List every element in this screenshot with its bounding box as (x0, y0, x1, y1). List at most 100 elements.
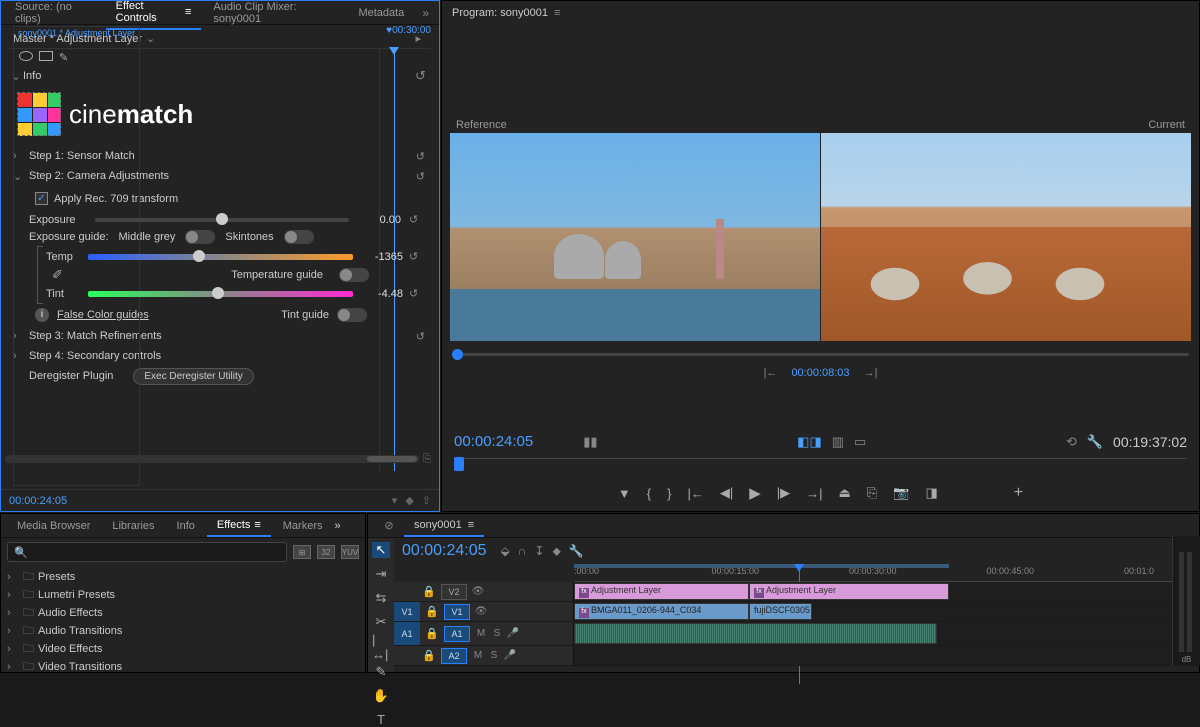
fx-badge-32bit-icon[interactable]: 32 (317, 545, 335, 559)
slip-tool-icon[interactable]: |↔| (372, 638, 390, 656)
eye-icon[interactable]: 👁 (473, 606, 489, 617)
selection-tool-icon[interactable]: ↖ (372, 542, 390, 558)
tree-item-presets[interactable]: ›🗀Presets (7, 568, 359, 586)
razor-tool-icon[interactable]: ✂ (372, 614, 390, 630)
tint-slider[interactable] (88, 291, 353, 297)
tab-metadata[interactable]: Metadata (348, 3, 414, 23)
tree-item-audio-trans[interactable]: ›🗀Audio Transitions (7, 622, 359, 640)
eyedropper-icon[interactable]: ✐ (52, 267, 68, 283)
lift-icon[interactable]: ⏏ (839, 485, 851, 501)
lock-icon[interactable]: 🔒 (423, 605, 441, 618)
reset-icon[interactable]: ↺ (409, 287, 425, 300)
go-to-in-icon[interactable]: |← (764, 367, 778, 379)
add-marker-icon[interactable]: ⬥ (552, 544, 560, 559)
play-icon[interactable]: ▶ (749, 484, 761, 502)
fit-icon[interactable]: ▮▮ (583, 434, 597, 450)
temp-thumb[interactable] (193, 250, 205, 262)
current-view[interactable] (821, 133, 1191, 341)
go-to-in-icon[interactable]: |← (687, 486, 703, 501)
program-timecode[interactable]: 00:00:24:05 (454, 433, 533, 450)
tab-libraries[interactable]: Libraries (102, 516, 164, 536)
track-v2-lane[interactable]: fxAdjustment Layer fxAdjustment Layer (574, 582, 1199, 601)
mark-out-icon[interactable]: } (667, 486, 671, 501)
no-seq-icon[interactable]: ⊘ (374, 519, 404, 532)
button-editor-icon[interactable]: + (1014, 484, 1023, 502)
add-marker-icon[interactable]: ▼ (618, 486, 631, 501)
tab-effects[interactable]: Effects≡ (207, 515, 271, 537)
step-fwd-icon[interactable]: |▶ (777, 485, 790, 501)
solo-icon[interactable]: S (489, 628, 505, 639)
settings-icon[interactable]: 🔧 (569, 544, 584, 559)
work-area-bar[interactable] (574, 564, 949, 568)
temp-guide-toggle[interactable] (339, 268, 369, 282)
panel-overflow-icon[interactable]: » (335, 520, 341, 532)
track-a1-lane[interactable] (574, 622, 1199, 645)
marker-icon[interactable]: ↧ (534, 544, 544, 559)
voiceover-icon[interactable]: 🎤 (505, 628, 521, 639)
panel-menu-icon[interactable]: ≡ (185, 6, 191, 18)
panel-overflow-icon[interactable]: » (416, 6, 435, 20)
filter-icon[interactable]: ▾ (392, 494, 398, 507)
panel-menu-icon[interactable]: ≡ (554, 7, 560, 19)
track-target-v2[interactable]: V2 (441, 584, 467, 600)
timeline-ruler[interactable]: :00:00 00:00:15:00 00:00:30:00 00:00:45:… (574, 564, 1199, 582)
tab-media-browser[interactable]: Media Browser (7, 516, 100, 536)
reference-view[interactable] (450, 133, 820, 341)
effects-search-input[interactable]: 🔍 (7, 542, 287, 562)
clip-adjustment-1[interactable]: fxAdjustment Layer (574, 583, 749, 600)
temp-value[interactable]: -1365 (359, 251, 403, 263)
panel-menu-icon[interactable]: ≡ (468, 519, 474, 531)
loop-icon[interactable]: ⟲ (1066, 434, 1077, 450)
clip-video-2[interactable]: fujiDSCF0305 (749, 603, 812, 620)
mark-in-icon[interactable]: { (647, 486, 651, 501)
program-ruler[interactable] (454, 458, 1187, 474)
track-target-a1[interactable]: A1 (444, 626, 470, 642)
program-scrubber[interactable] (452, 347, 1189, 361)
comparison-icon[interactable]: ◨ (925, 485, 937, 501)
keyframe-nav-icon[interactable]: ◆ (405, 494, 413, 507)
hand-tool-icon[interactable]: ✋ (372, 688, 390, 704)
compare-full-icon[interactable]: ▭ (854, 434, 866, 450)
source-patch-a1[interactable]: A1 (394, 622, 420, 645)
lock-icon[interactable]: 🔒 (420, 649, 438, 662)
tint-thumb[interactable] (212, 287, 224, 299)
voiceover-icon[interactable]: 🎤 (502, 650, 518, 661)
clip-video-1[interactable]: fxBMGA011_0206-944_C034 (574, 603, 749, 620)
exposure-thumb[interactable] (216, 213, 228, 225)
temp-slider[interactable] (88, 254, 353, 260)
fx-badge-yuv-icon[interactable]: YUV (341, 545, 359, 559)
fx-badge-accelerated-icon[interactable]: ⊞ (293, 545, 311, 559)
reset-icon[interactable]: ↺ (409, 250, 425, 263)
chevron-down-icon[interactable]: ⌄ (146, 32, 155, 45)
tree-item-video-trans[interactable]: ›🗀Video Transitions (7, 658, 359, 676)
lock-icon[interactable]: 🔒 (423, 627, 441, 640)
mute-icon[interactable]: M (473, 628, 489, 639)
compare-side-icon[interactable]: ◧◨ (797, 434, 822, 450)
mute-icon[interactable]: M (470, 650, 486, 661)
tree-item-lumetri[interactable]: ›🗀Lumetri Presets (7, 586, 359, 604)
timeline-timecode[interactable]: 00:00:24:05 (402, 542, 487, 560)
type-tool-icon[interactable]: T (372, 712, 390, 727)
clip-adjustment-2[interactable]: fxAdjustment Layer (749, 583, 949, 600)
extract-icon[interactable]: ⎘ (867, 485, 877, 501)
deregister-button[interactable]: Exec Deregister Utility (133, 368, 253, 385)
program-mini-tc[interactable]: 00:00:08:03 (791, 367, 849, 379)
tab-markers[interactable]: Markers (273, 516, 333, 536)
tab-info[interactable]: Info (167, 516, 205, 536)
go-to-out-icon[interactable]: →| (806, 486, 822, 501)
tree-item-audio-fx[interactable]: ›🗀Audio Effects (7, 604, 359, 622)
scrubber-handle[interactable] (452, 349, 463, 360)
pen-tool-icon[interactable]: ✎ (372, 664, 390, 680)
track-a2-lane[interactable] (574, 646, 1199, 665)
eye-icon[interactable]: 👁 (470, 586, 486, 597)
ripple-tool-icon[interactable]: ⇆ (372, 590, 390, 606)
compare-vertical-icon[interactable]: ▥ (832, 434, 844, 450)
track-target-v1[interactable]: V1 (444, 604, 470, 620)
step-back-icon[interactable]: ◀| (720, 485, 733, 501)
track-select-tool-icon[interactable]: ⇥ (372, 566, 390, 582)
tint-guide-toggle[interactable] (337, 308, 367, 322)
ec-hscroll[interactable]: ⎘ (1, 453, 439, 465)
ec-timecode[interactable]: 00:00:24:05 (9, 495, 67, 507)
exposure-slider[interactable] (95, 218, 349, 222)
panel-menu-icon[interactable]: ≡ (254, 519, 260, 531)
